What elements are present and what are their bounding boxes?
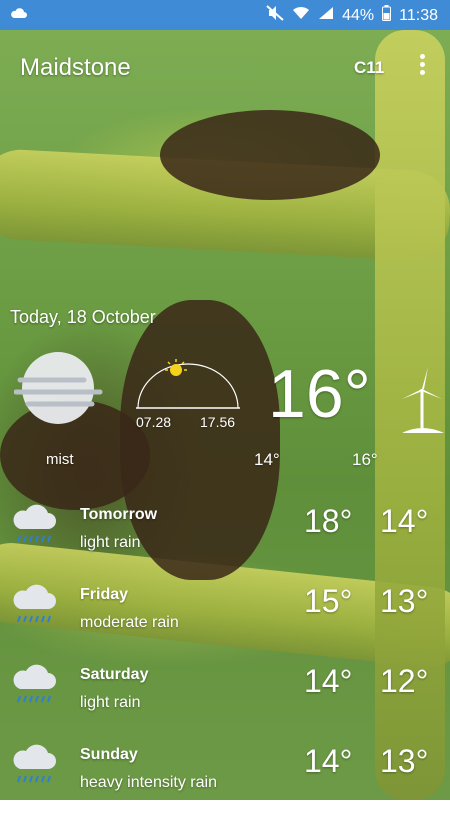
forecast-desc: light rain	[80, 694, 141, 711]
signal-icon	[318, 6, 334, 25]
forecast-low: 13°	[380, 743, 429, 779]
today-low: 14°	[254, 450, 280, 469]
forecast-high: 14°	[304, 743, 353, 779]
forecast-day: Tomorrow	[80, 506, 158, 523]
current-temperature: 16°	[268, 356, 371, 432]
sun-arc-icon	[134, 358, 242, 415]
forecast-row[interactable]: Sunday heavy intensity rain 14° 13°	[0, 743, 450, 823]
forecast-day: Sunday	[80, 746, 138, 763]
battery-text: 44%	[342, 6, 375, 24]
forecast-desc: light rain	[80, 534, 141, 551]
forecast-desc: moderate rain	[80, 614, 179, 631]
unit-toggle-button[interactable]: C11	[354, 58, 384, 78]
wifi-icon	[292, 6, 310, 25]
mute-icon	[266, 5, 284, 26]
forecast-desc: heavy intensity rain	[80, 774, 217, 791]
forecast-row[interactable]: Tomorrow light rain 18° 14°	[0, 503, 450, 583]
forecast-high: 18°	[304, 503, 353, 539]
rain-cloud-icon	[12, 663, 58, 712]
forecast-high: 14°	[304, 663, 353, 699]
sunrise-time: 07.28	[136, 414, 172, 430]
today-date: Today, 18 October	[10, 307, 156, 327]
battery-icon	[382, 5, 392, 26]
wind-turbine-icon	[398, 365, 448, 440]
forecast-low: 14°	[380, 503, 429, 539]
forecast-day: Friday	[80, 586, 129, 603]
forecast-low: 12°	[380, 663, 429, 699]
city-name[interactable]: Maidstone	[20, 54, 131, 82]
forecast-day: Saturday	[80, 666, 149, 683]
rain-cloud-icon	[12, 503, 58, 552]
status-bar: 44% 11:38	[0, 0, 450, 30]
today-high: 16°	[352, 450, 378, 469]
clock: 11:38	[399, 6, 438, 24]
mist-icon	[13, 350, 106, 435]
forecast-high: 15°	[304, 583, 353, 619]
sunset-time: 17.56	[200, 414, 236, 430]
rain-cloud-icon	[12, 743, 58, 792]
notification-cloud-icon	[10, 6, 28, 25]
overflow-menu-icon[interactable]	[416, 54, 428, 78]
forecast-low: 13°	[380, 583, 429, 619]
app-bar: Maidstone C11	[0, 30, 450, 102]
forecast-row[interactable]: Saturday light rain 14° 12°	[0, 663, 450, 743]
rain-cloud-icon	[12, 583, 58, 632]
forecast-row[interactable]: Friday moderate rain 15° 13°	[0, 583, 450, 663]
today-condition: mist	[46, 451, 74, 468]
